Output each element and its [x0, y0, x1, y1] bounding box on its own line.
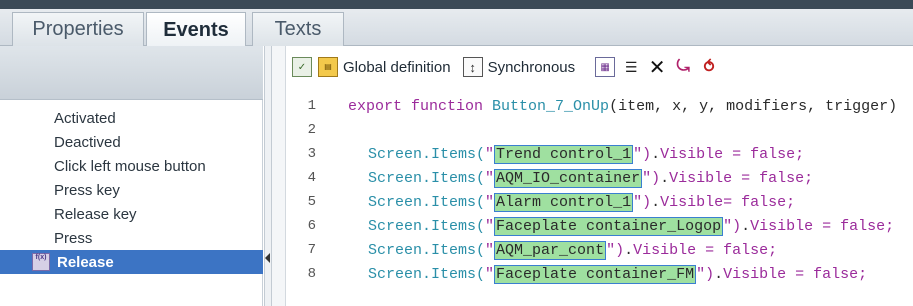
event-item-release-key[interactable]: Release key	[0, 202, 263, 226]
events-list-header	[0, 46, 263, 100]
event-item-deactived[interactable]: Deactived	[0, 130, 263, 154]
synchronous-icon[interactable]: ↕	[462, 57, 483, 77]
code-text: Screen.Items(" Faceplate container_FM ").V…	[368, 264, 868, 284]
code-line: 6 Screen.Items(" Faceplate container_Logo…	[286, 214, 913, 238]
window-top-strip	[0, 0, 913, 9]
delete-x-icon[interactable]: ✕	[647, 57, 667, 79]
code-text: Screen.Items(" Faceplate container_Logop "…	[368, 216, 895, 236]
editor-gutter	[272, 46, 286, 306]
line-number: 8	[307, 266, 316, 282]
line-number: 4	[307, 170, 316, 186]
line-number: 7	[307, 242, 316, 258]
screen-item-name: Faceplate container_Logop	[494, 216, 724, 236]
code-line: 2	[286, 118, 913, 142]
collapse-arrow-icon[interactable]	[265, 253, 270, 263]
synchronous-label[interactable]: Synchronous	[488, 59, 576, 76]
inspector-tab-bar: Properties Events Texts	[0, 9, 913, 47]
event-label: Press	[54, 229, 93, 247]
event-item-activated[interactable]: Activated	[0, 106, 263, 130]
code-line: 7 Screen.Items(" AQM_par_cont ").Visible =…	[286, 238, 913, 262]
event-label: Release	[57, 253, 114, 271]
code-text: Screen.Items(" AQM_IO_container ").Visible…	[368, 168, 814, 188]
event-label: Activated	[54, 109, 116, 127]
tab-texts[interactable]: Texts	[252, 12, 344, 46]
code-text: Screen.Items(" AQM_par_cont ").Visible = f…	[368, 240, 778, 260]
function-icon: f(x)	[32, 253, 50, 271]
global-definition-label[interactable]: Global definition	[343, 59, 451, 76]
event-item-release[interactable]: f(x) Release	[0, 250, 263, 274]
event-item-press-key[interactable]: Press key	[0, 178, 263, 202]
add-script-icon[interactable]: ⤿	[673, 57, 693, 77]
event-item-click-left-mouse-button[interactable]: Click left mouse button	[0, 154, 263, 178]
event-item-press[interactable]: Press	[0, 226, 263, 250]
events-list-panel: Activated Deactived Click left mouse but…	[0, 46, 263, 306]
global-definition-icon[interactable]: ▤	[318, 57, 338, 77]
screen-item-name: Trend control_1	[494, 144, 634, 164]
code-line: 4 Screen.Items(" AQM_IO_container ").Visib…	[286, 166, 913, 190]
code-text: Screen.Items(" Trend control_1 ").Visible …	[368, 144, 805, 164]
script-toolbar: ✓ ▤ Global definition ↕ Synchronous ▦ ☰ …	[286, 46, 913, 88]
event-label: Click left mouse button	[54, 157, 206, 175]
remove-script-icon[interactable]: ⥀	[699, 57, 719, 77]
code-line: 5 Screen.Items(" Alarm control_1 ").Visibl…	[286, 190, 913, 214]
code-line: 8 Screen.Items(" Faceplate container_FM ")…	[286, 262, 913, 286]
tab-events[interactable]: Events	[146, 12, 246, 47]
screen-item-name: AQM_IO_container	[494, 168, 643, 188]
screen-item-name: Faceplate container_FM	[494, 264, 697, 284]
code-text: export function Button_7_OnUp(item, x, y…	[348, 97, 898, 115]
screen-item-name: Alarm control_1	[494, 192, 634, 212]
line-number: 1	[307, 98, 316, 114]
event-label: Deactived	[54, 133, 121, 151]
line-number: 2	[307, 122, 316, 138]
code-line: 3 Screen.Items(" Trend control_1 ").Visibl…	[286, 142, 913, 166]
code-text: Screen.Items(" Alarm control_1 ").Visible=…	[368, 192, 796, 212]
line-number: 3	[307, 146, 316, 162]
list-icon[interactable]: ☰	[621, 57, 641, 77]
line-number: 5	[307, 194, 316, 210]
panel-splitter[interactable]	[264, 46, 272, 306]
grid-icon[interactable]: ▦	[595, 57, 616, 77]
event-label: Release key	[54, 205, 137, 223]
code-line: 1 export function Button_7_OnUp(item, x,…	[286, 94, 913, 118]
line-number: 6	[307, 218, 316, 234]
script-editor[interactable]: 1 export function Button_7_OnUp(item, x,…	[286, 88, 913, 306]
event-label: Press key	[54, 181, 120, 199]
save-check-icon[interactable]: ✓	[292, 57, 312, 77]
screen-item-name: AQM_par_cont	[494, 240, 607, 260]
tab-properties[interactable]: Properties	[12, 12, 144, 46]
